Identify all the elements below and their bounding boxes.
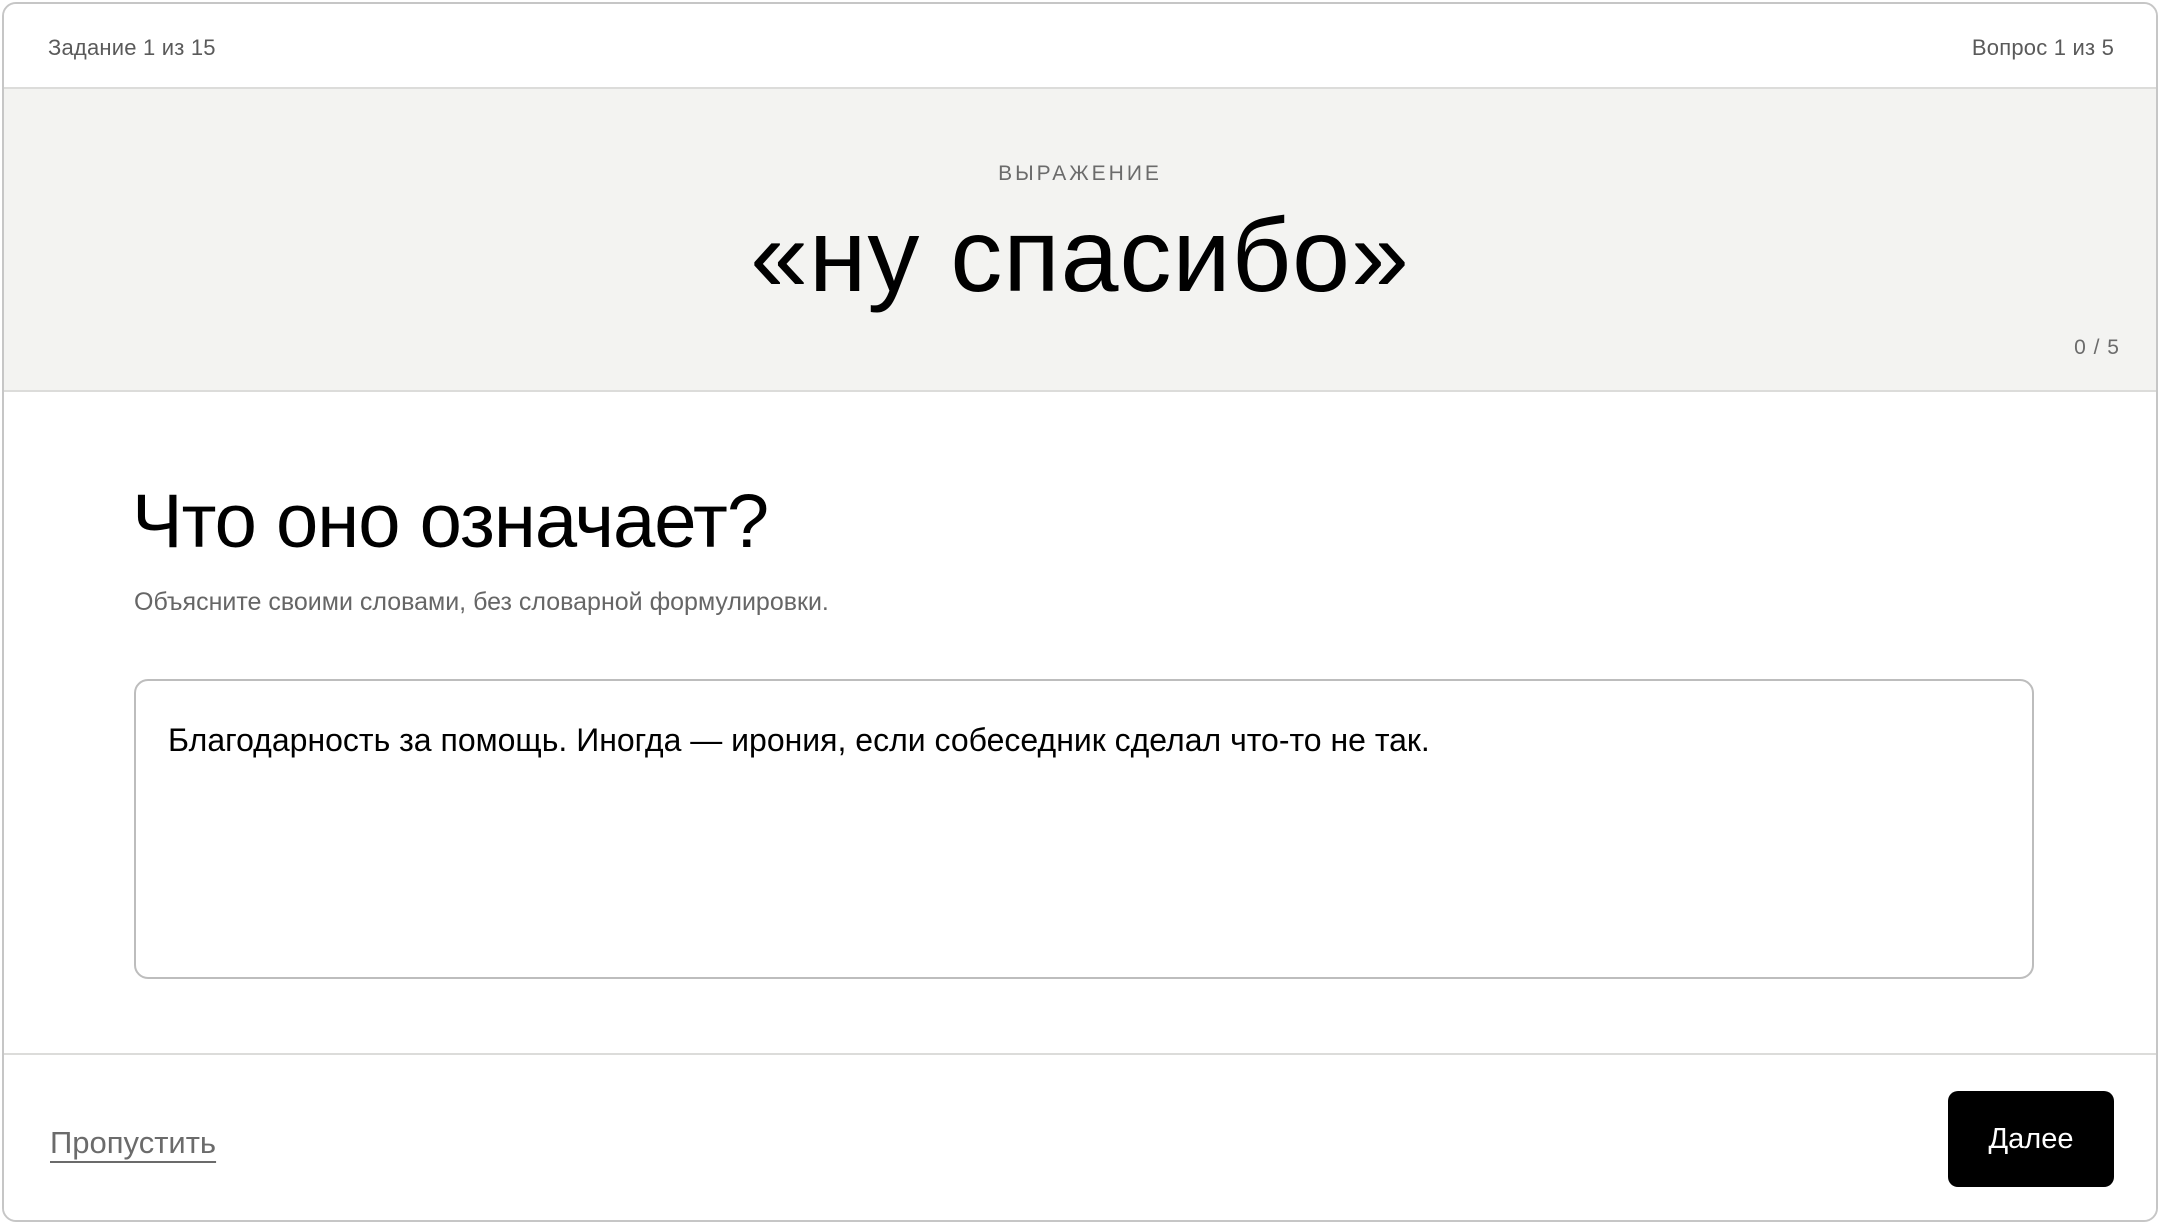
question-title: Что оно означает? bbox=[132, 479, 769, 564]
attempts-counter: 0 / 5 bbox=[2074, 336, 2120, 359]
task-counter: Задание 1 из 15 bbox=[48, 35, 216, 60]
skip-link[interactable]: Пропустить bbox=[50, 1125, 216, 1161]
question-section: Что оно означает? Объясните своими слова… bbox=[4, 394, 2156, 1054]
quiz-window: Задание 1 из 15 Вопрос 1 из 5 ВЫРАЖЕНИЕ … bbox=[2, 2, 2158, 1222]
expression-panel: ВЫРАЖЕНИЕ «ну спасибо» 0 / 5 bbox=[4, 89, 2156, 392]
next-button[interactable]: Далее bbox=[1948, 1091, 2114, 1187]
question-hint: Объясните своими словами, без словарной … bbox=[134, 588, 829, 616]
progress-header: Задание 1 из 15 Вопрос 1 из 5 bbox=[4, 4, 2156, 89]
action-footer: Пропустить Далее bbox=[4, 1053, 2156, 1220]
expression-kind-label: ВЫРАЖЕНИЕ bbox=[998, 162, 1162, 185]
question-counter: Вопрос 1 из 5 bbox=[1971, 35, 2114, 60]
expression-phrase: «ну спасибо» bbox=[750, 198, 1410, 314]
answer-textarea[interactable]: Благодарность за помощь. Иногда — ирония… bbox=[134, 679, 2034, 979]
